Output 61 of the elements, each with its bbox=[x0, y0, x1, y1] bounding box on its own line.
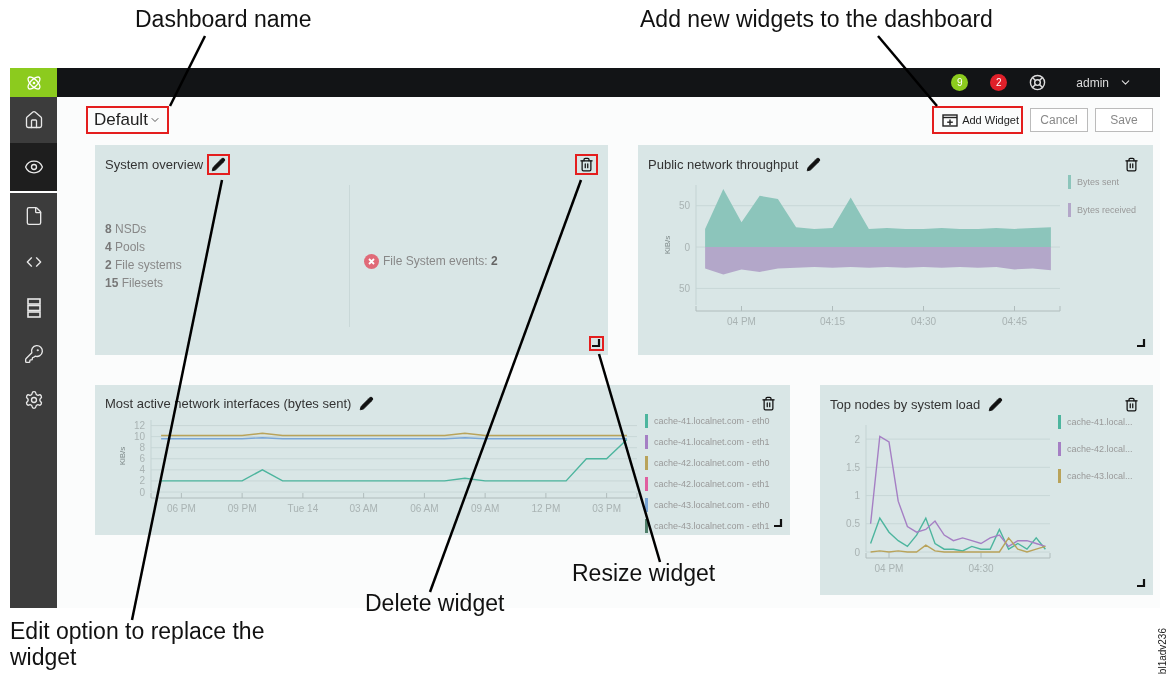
callout-text: Dashboard name bbox=[135, 6, 312, 33]
add-panel-icon bbox=[942, 113, 959, 127]
legend-label: cache-43.local... bbox=[1067, 471, 1133, 481]
storage-icon bbox=[25, 298, 42, 318]
help-icon[interactable] bbox=[1029, 74, 1047, 91]
widget-title: Top nodes by system load bbox=[830, 396, 981, 412]
callout-text: Edit option to replace the widget bbox=[10, 618, 266, 671]
add-widget-button[interactable]: Add Widget bbox=[932, 106, 1023, 134]
legend-label: Bytes sent bbox=[1077, 177, 1120, 187]
legend-swatch bbox=[645, 477, 648, 491]
user-menu[interactable]: admin bbox=[1076, 75, 1132, 90]
stat-text: 8 NSDs bbox=[105, 222, 148, 236]
legend-label: cache-41.localnet.com - eth0 bbox=[654, 416, 770, 426]
legend-swatch bbox=[1058, 442, 1061, 456]
leader-line bbox=[877, 35, 938, 107]
callout-text: Delete widget bbox=[365, 590, 505, 617]
widget-title: System overview bbox=[105, 156, 204, 172]
sidebar-item[interactable] bbox=[10, 143, 57, 193]
legend-label: cache-43.localnet.com - eth1 bbox=[654, 521, 770, 531]
resize-corner-icon bbox=[592, 339, 601, 348]
resize-corner-icon bbox=[1137, 339, 1146, 348]
leader-line bbox=[168, 35, 207, 107]
legend-swatch bbox=[1058, 415, 1061, 429]
legend-swatch bbox=[645, 456, 648, 470]
legend-swatch bbox=[645, 435, 648, 449]
legend-label: cache-42.localnet.com - eth0 bbox=[654, 458, 770, 468]
legend-label: cache-43.localnet.com - eth0 bbox=[654, 500, 770, 510]
legend-label: cache-42.localnet.com - eth1 bbox=[654, 479, 770, 489]
axis-title: KiB/s bbox=[118, 446, 127, 466]
legend-label: Bytes received bbox=[1077, 205, 1137, 215]
axis-title: KiB/s bbox=[663, 235, 672, 255]
resize-handle[interactable] bbox=[589, 336, 604, 351]
legend-swatch bbox=[1068, 203, 1071, 217]
notification-badge[interactable]: 2 bbox=[990, 74, 1008, 91]
dashboard-dropdown[interactable]: Default bbox=[86, 106, 169, 134]
legend-swatch bbox=[645, 498, 648, 512]
legend-label: cache-41.local... bbox=[1067, 417, 1133, 427]
resize-corner-icon bbox=[1137, 579, 1146, 588]
nav-icon bbox=[23, 390, 44, 410]
action-button[interactable]: Cancel bbox=[1030, 108, 1088, 132]
edit-button[interactable] bbox=[207, 153, 231, 175]
widget-title: Public network throughput bbox=[648, 156, 799, 172]
event-count-text: File System events: 2 bbox=[383, 254, 498, 268]
legend-swatch bbox=[1068, 175, 1071, 189]
delete-button[interactable] bbox=[575, 153, 598, 175]
legend-swatch bbox=[645, 519, 648, 533]
callout-text: Resize widget bbox=[572, 560, 716, 587]
legend-label: cache-41.localnet.com - eth1 bbox=[654, 437, 770, 447]
nav-icon bbox=[23, 110, 44, 130]
legend-swatch bbox=[645, 414, 648, 428]
callout-text: Add new widgets to the dashboard bbox=[640, 6, 993, 33]
figure-id: bl1adv236 bbox=[1157, 627, 1168, 674]
legend-label: cache-42.local... bbox=[1067, 444, 1133, 454]
nav-icon bbox=[23, 344, 44, 364]
resize-corner-icon bbox=[774, 519, 783, 528]
stat-text: 15 Filesets bbox=[105, 276, 165, 290]
action-button[interactable]: Save bbox=[1095, 108, 1153, 132]
error-icon bbox=[364, 253, 379, 269]
stat-text: 2 File systems bbox=[105, 258, 183, 272]
stat-text: 4 Pools bbox=[105, 240, 147, 254]
legend-swatch bbox=[1058, 469, 1061, 483]
